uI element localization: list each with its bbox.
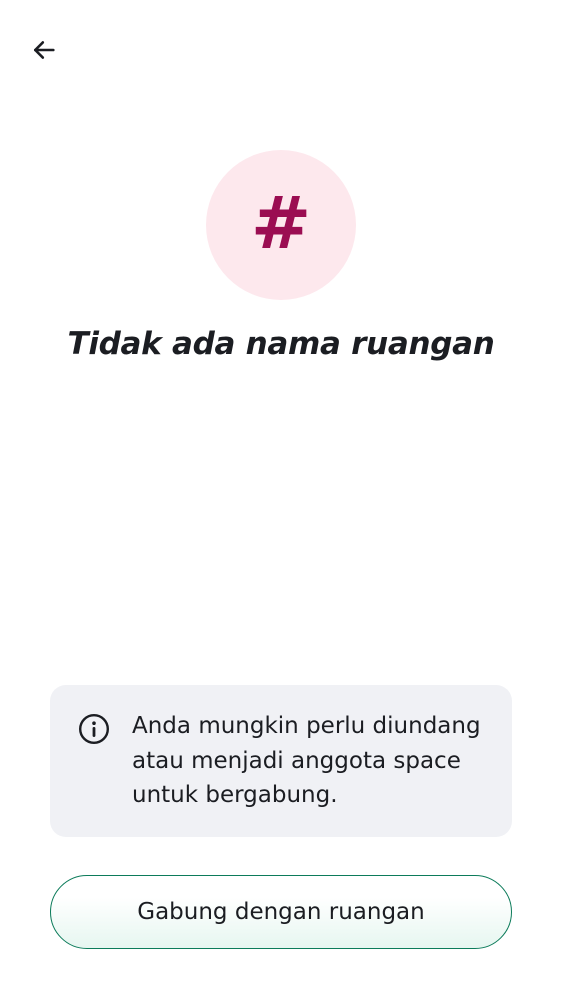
- room-avatar: #: [206, 150, 356, 300]
- info-card: Anda mungkin perlu diundang atau menjadi…: [50, 685, 512, 837]
- info-line: atau menjadi anggota space: [132, 747, 461, 774]
- info-line: untuk bergabung.: [132, 782, 338, 808]
- arrow-left-icon: [33, 41, 55, 59]
- back-button[interactable]: [22, 28, 66, 72]
- info-line: Anda mungkin perlu diundang: [132, 713, 481, 739]
- join-room-button[interactable]: Gabung dengan ruangan: [50, 875, 512, 949]
- info-message: Anda mungkin perlu diundang atau menjadi…: [132, 709, 492, 813]
- hash-icon: #: [250, 181, 312, 265]
- info-circle-icon: [78, 713, 110, 745]
- page-title: Tidak ada nama ruangan: [67, 326, 495, 362]
